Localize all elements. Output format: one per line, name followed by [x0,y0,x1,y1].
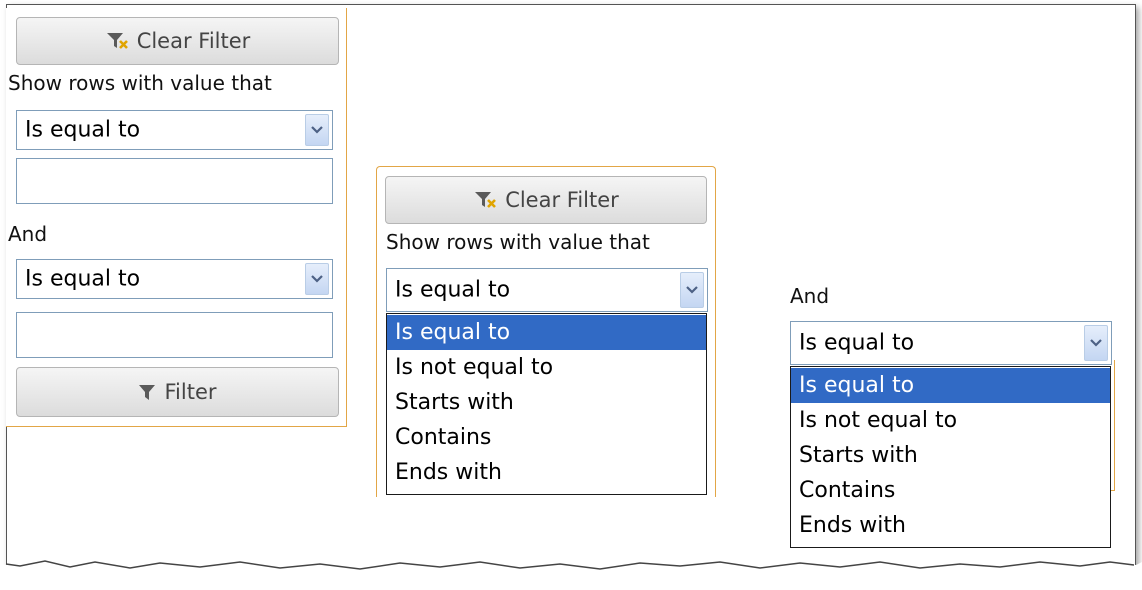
clear-filter-label: Clear Filter [505,188,619,212]
clear-filter-label: Clear Filter [136,29,251,53]
torn-edge-decoration [0,560,1142,590]
chevron-down-icon[interactable] [1084,325,1108,361]
dropdown-option[interactable]: Contains [791,473,1110,508]
dropdown-option[interactable]: Ends with [791,508,1110,543]
show-rows-label: Show rows with value that [8,71,272,95]
clear-filter-button[interactable]: Clear Filter [385,176,707,224]
dropdown-option[interactable]: Is not equal to [387,350,706,385]
dropdown-option[interactable]: Is equal to [387,315,706,350]
chevron-down-icon[interactable] [305,114,329,146]
clear-filter-icon [105,31,129,51]
logic-label: And [790,284,830,308]
dropdown-option[interactable]: Contains [387,420,706,455]
operator-dropdown-list[interactable]: Is equal to Is not equal to Starts with … [790,366,1111,548]
show-rows-label: Show rows with value that [386,230,650,254]
dropdown-option[interactable]: Starts with [791,438,1110,473]
operator-select-2[interactable]: Is equal to [16,259,333,299]
dropdown-option[interactable]: Is not equal to [791,403,1110,438]
operator-select-2[interactable]: Is equal to [790,321,1112,365]
filter-button-label: Filter [164,380,217,404]
chevron-down-icon[interactable] [680,272,704,308]
operator-select-value: Is equal to [25,266,141,292]
dropdown-option[interactable]: Ends with [387,455,706,490]
operator-select-value: Is equal to [25,117,141,143]
filter-icon [138,383,156,401]
logic-label: And [8,222,48,246]
filter-button[interactable]: Filter [16,367,339,417]
clear-filter-button[interactable]: Clear Filter [16,17,339,65]
operator-select-value: Is equal to [395,277,511,303]
operator-select-value: Is equal to [799,330,915,356]
dropdown-option[interactable]: Is equal to [791,368,1110,403]
operator-select-1[interactable]: Is equal to [386,268,708,312]
clear-filter-icon [473,190,497,210]
dropdown-option[interactable]: Starts with [387,385,706,420]
chevron-down-icon[interactable] [305,263,329,295]
operator-dropdown-list[interactable]: Is equal to Is not equal to Starts with … [386,313,707,495]
filter-value-input-2[interactable] [16,312,333,358]
filter-value-input-1[interactable] [16,158,333,204]
operator-select-1[interactable]: Is equal to [16,110,333,150]
